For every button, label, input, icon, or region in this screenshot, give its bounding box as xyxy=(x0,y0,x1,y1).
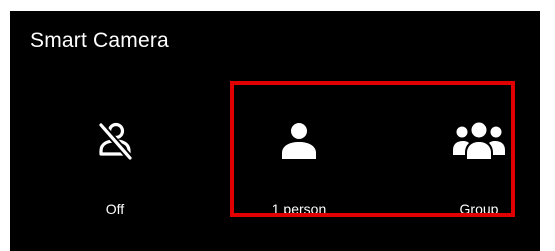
panel-title: Smart Camera xyxy=(30,29,169,52)
smart-camera-panel: Smart Camera Off 1 person Group xyxy=(10,11,540,251)
option-1-person[interactable]: 1 person xyxy=(244,115,354,225)
option-1-person-label: 1 person xyxy=(271,201,327,217)
group-icon xyxy=(453,115,505,167)
option-off[interactable]: Off xyxy=(60,115,170,225)
option-group-label: Group xyxy=(459,201,499,217)
person-icon xyxy=(273,115,325,167)
option-group[interactable]: Group xyxy=(424,115,534,225)
person-off-icon xyxy=(89,115,141,167)
option-off-label: Off xyxy=(105,201,125,217)
